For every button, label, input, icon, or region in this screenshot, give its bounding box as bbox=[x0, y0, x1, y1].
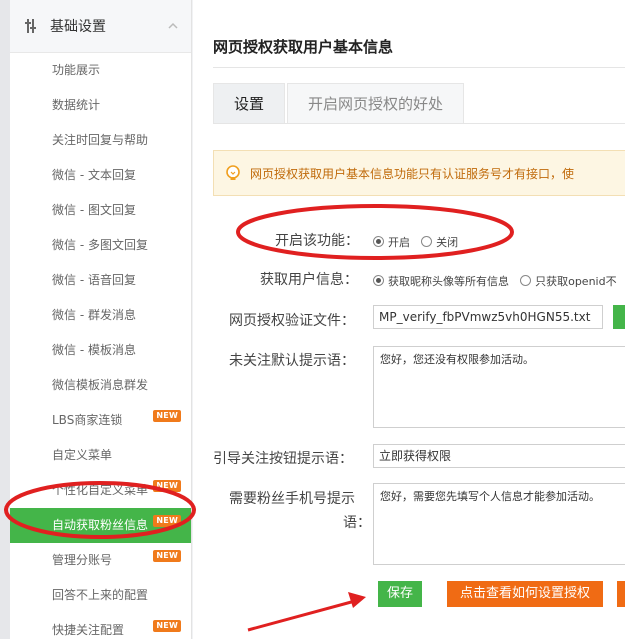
phone-tip-label-line2: 语： bbox=[343, 515, 371, 531]
left-gutter bbox=[0, 0, 10, 639]
wrench-icon bbox=[25, 19, 36, 33]
sidebar-item-label: 自动获取粉丝信息 bbox=[52, 518, 149, 532]
sidebar-item-label: 微信模板消息群发 bbox=[52, 378, 149, 392]
enable-on-label[interactable]: 开启 bbox=[388, 236, 410, 249]
userinfo-radio-group: 获取昵称头像等所有信息 只获取openid不 bbox=[373, 270, 623, 289]
phone-tip-label-line1: 需要粉丝手机号提示 bbox=[229, 491, 355, 507]
sidebar-item[interactable]: 微信 - 语音回复 bbox=[10, 263, 191, 298]
sidebar-item-label: LBS商家连锁 bbox=[52, 413, 123, 427]
sidebar-item[interactable]: 关注时回复与帮助 bbox=[10, 123, 191, 158]
sidebar-item-label: 自定义菜单 bbox=[52, 448, 113, 462]
lightbulb-icon bbox=[226, 165, 240, 180]
extra-orange-button[interactable] bbox=[617, 581, 625, 607]
sidebar-item[interactable]: 微信 - 文本回复 bbox=[10, 158, 191, 193]
sidebar-item[interactable]: 功能展示 bbox=[10, 53, 191, 88]
userinfo-all-label[interactable]: 获取昵称头像等所有信息 bbox=[388, 275, 509, 288]
userinfo-label: 获取用户信息： bbox=[260, 272, 358, 288]
enable-radio-group: 开启 关闭 bbox=[373, 231, 464, 250]
sidebar-item[interactable]: 回答不上来的配置 bbox=[10, 578, 191, 613]
main-panel: 网页授权获取用户基本信息 设置 开启网页授权的好处 网页授权获取用户基本信息功能… bbox=[193, 0, 625, 639]
sidebar-item-label: 微信 - 文本回复 bbox=[52, 168, 136, 182]
userinfo-openid-label[interactable]: 只获取openid不 bbox=[535, 275, 617, 288]
sidebar-item[interactable]: 微信 - 多图文回复 bbox=[10, 228, 191, 263]
sidebar-item-label: 微信 - 语音回复 bbox=[52, 273, 136, 287]
sidebar: 基础设置 功能展示数据统计关注时回复与帮助 微信 - 文本回复 微信 - 图文回复微… bbox=[10, 0, 192, 639]
tab-divider bbox=[213, 123, 625, 124]
userinfo-all-radio[interactable] bbox=[373, 275, 384, 286]
enable-off-radio[interactable] bbox=[421, 236, 433, 247]
new-badge: NEW bbox=[153, 410, 181, 422]
sidebar-item[interactable]: 个性化自定义菜单 NEW bbox=[10, 473, 191, 508]
new-badge: NEW bbox=[153, 620, 181, 632]
enable-label: 开启该功能： bbox=[275, 233, 359, 249]
title-divider bbox=[213, 67, 625, 68]
sidebar-header-label: 基础设置 bbox=[50, 19, 106, 35]
sidebar-item-label: 微信 - 图文回复 bbox=[52, 203, 136, 217]
chevron-up-icon[interactable] bbox=[167, 20, 179, 32]
upload-button[interactable] bbox=[613, 305, 625, 329]
tab-bar: 设置 开启网页授权的好处 bbox=[213, 83, 466, 124]
sidebar-item[interactable]: 微信模板消息群发 bbox=[10, 368, 191, 403]
sidebar-item[interactable]: 管理分账号 NEW bbox=[10, 543, 191, 578]
sidebar-item-label: 快捷关注配置 bbox=[52, 623, 125, 637]
notice-text: 网页授权获取用户基本信息功能只有认证服务号才有接口，使 bbox=[250, 166, 575, 181]
sidebar-item[interactable]: LBS商家连锁 NEW bbox=[10, 403, 191, 438]
sidebar-item-label: 个性化自定义菜单 bbox=[52, 483, 149, 497]
tab-settings[interactable]: 设置 bbox=[213, 83, 286, 124]
unfollow-tip-label: 未关注默认提示语： bbox=[229, 353, 355, 369]
enable-on-radio[interactable] bbox=[373, 236, 384, 247]
sidebar-item[interactable]: 微信 - 图文回复 bbox=[10, 193, 191, 228]
unfollow-tip-textarea[interactable]: 您好，您还没有权限参加活动。 bbox=[373, 346, 625, 428]
howto-button[interactable]: 点击查看如何设置授权 bbox=[447, 581, 603, 607]
verify-file-label: 网页授权验证文件： bbox=[229, 313, 355, 329]
sidebar-item[interactable]: 微信 - 模板消息 bbox=[10, 333, 191, 368]
verify-file-input[interactable]: MP_verify_fbPVmwz5vh0HGN55.txt bbox=[373, 305, 603, 329]
sidebar-item-label: 微信 - 群发消息 bbox=[52, 308, 136, 322]
sidebar-item-label: 微信 - 模板消息 bbox=[52, 343, 136, 357]
guide-button-label: 引导关注按钮提示语： bbox=[213, 451, 353, 467]
sidebar-item[interactable]: 自动获取粉丝信息 NEW bbox=[10, 508, 191, 543]
new-badge: NEW bbox=[153, 480, 181, 492]
new-badge: NEW bbox=[153, 550, 181, 562]
sidebar-header[interactable]: 基础设置 bbox=[10, 0, 191, 53]
sidebar-item-label: 微信 - 多图文回复 bbox=[52, 238, 148, 252]
guide-button-input[interactable]: 立即获得权限 bbox=[373, 444, 625, 468]
sidebar-item[interactable]: 微信 - 群发消息 bbox=[10, 298, 191, 333]
phone-tip-textarea[interactable]: 您好，需要您先填写个人信息才能参加活动。 bbox=[373, 483, 625, 565]
enable-off-label[interactable]: 关闭 bbox=[436, 236, 458, 249]
new-badge: NEW bbox=[153, 515, 181, 527]
page-title: 网页授权获取用户基本信息 bbox=[213, 38, 394, 56]
sidebar-menu: 功能展示数据统计关注时回复与帮助 微信 - 文本回复 微信 - 图文回复 微信 - 多… bbox=[10, 53, 191, 639]
save-button[interactable]: 保存 bbox=[378, 581, 422, 607]
sidebar-item-label: 回答不上来的配置 bbox=[52, 588, 149, 602]
notice-banner: 网页授权获取用户基本信息功能只有认证服务号才有接口，使 bbox=[213, 150, 625, 196]
sidebar-item-label: 管理分账号 bbox=[52, 553, 113, 567]
sidebar-item[interactable]: 快捷关注配置 NEW bbox=[10, 613, 191, 639]
sidebar-item-label: 关注时回复与帮助 bbox=[52, 133, 149, 147]
sidebar-item[interactable]: 数据统计 bbox=[10, 88, 191, 123]
userinfo-openid-radio[interactable] bbox=[520, 275, 532, 286]
sidebar-item-label: 功能展示 bbox=[52, 63, 101, 77]
sidebar-item[interactable]: 自定义菜单 bbox=[10, 438, 191, 473]
sidebar-item-label: 数据统计 bbox=[52, 98, 101, 112]
tab-benefits[interactable]: 开启网页授权的好处 bbox=[287, 83, 465, 124]
